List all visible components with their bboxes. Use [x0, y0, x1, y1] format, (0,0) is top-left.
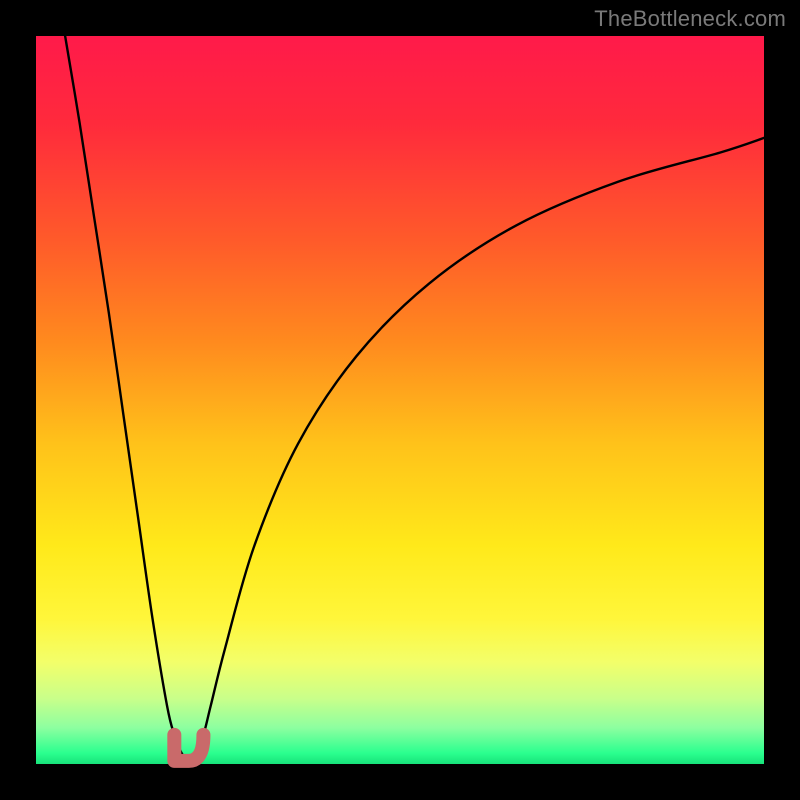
- chart-stage: TheBottleneck.com: [0, 0, 800, 800]
- plot-background: [36, 36, 764, 764]
- bottleneck-chart: [0, 0, 800, 800]
- watermark-text: TheBottleneck.com: [594, 6, 786, 32]
